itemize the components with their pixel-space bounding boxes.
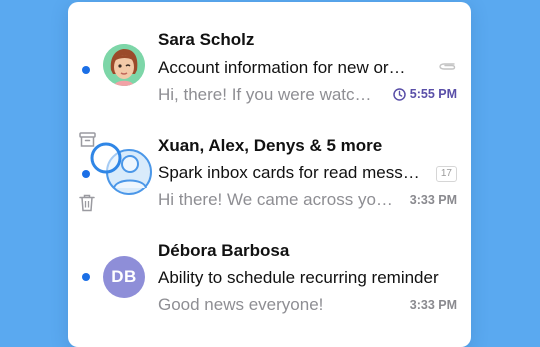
email-subject: Account information for new or… [158, 58, 406, 77]
email-preview: Good news everyone! [158, 295, 324, 314]
unread-indicator [82, 170, 90, 178]
message-count-badge: 17 [435, 166, 457, 182]
paperclip-icon [437, 59, 457, 77]
group-avatar [90, 139, 166, 199]
email-time: 3:33 PM [409, 298, 457, 312]
avatar: DB [103, 256, 145, 298]
email-list: Sara Scholz Account information for new … [68, 2, 471, 347]
avatar [103, 44, 145, 86]
email-row[interactable]: Xuan, Alex, Denys & 5 more Spark inbox c… [68, 107, 471, 212]
sender-name: Débora Barbosa [158, 241, 290, 260]
time-label: 5:55 PM [409, 87, 457, 101]
clock-icon [393, 87, 406, 101]
email-subject: Spark inbox cards for read mess… [158, 163, 420, 182]
email-subject: Ability to schedule recurring reminder [158, 268, 439, 287]
sender-name: Xuan, Alex, Denys & 5 more [158, 136, 383, 155]
unread-indicator [82, 273, 90, 281]
sender-name: Sara Scholz [158, 30, 255, 49]
email-preview: Hi, there! If you were watc… [158, 85, 372, 104]
email-preview: Hi there! We came across yo… [158, 190, 393, 209]
email-time: 3:33 PM [409, 193, 457, 207]
email-time: 5:55 PM [393, 87, 457, 101]
email-row[interactable]: DB Débora Barbosa Ability to schedule re… [68, 212, 471, 317]
unread-indicator [82, 66, 90, 74]
email-row[interactable]: Sara Scholz Account information for new … [68, 2, 471, 107]
memoji-avatar-icon [103, 44, 145, 86]
